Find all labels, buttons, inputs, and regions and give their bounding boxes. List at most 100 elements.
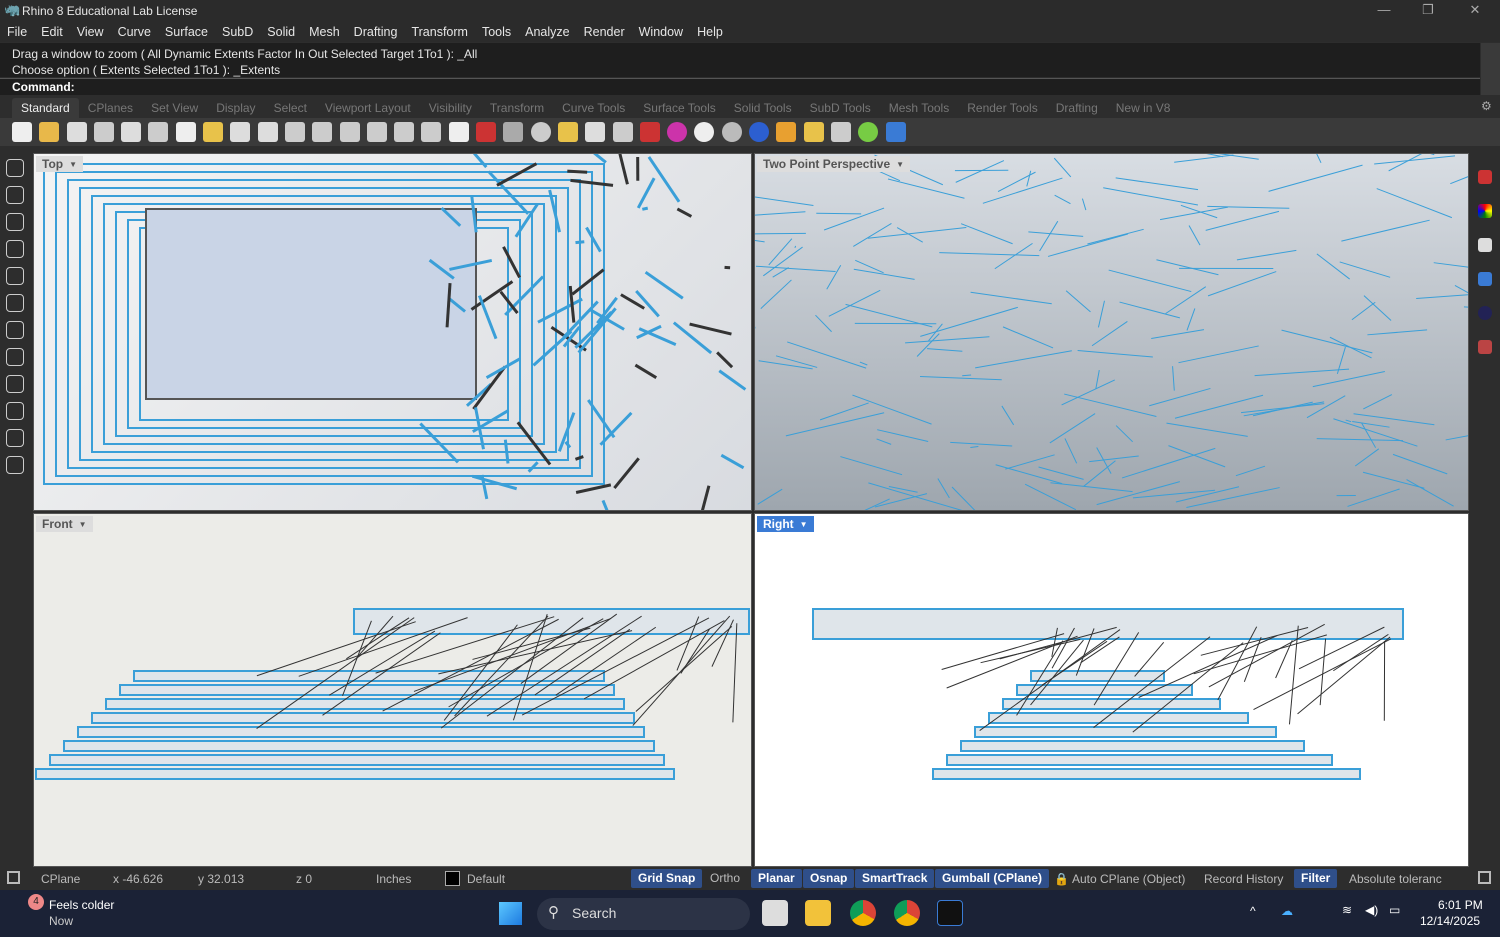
tab-mesh-tools[interactable]: Mesh Tools (880, 98, 958, 118)
point-icon[interactable] (6, 186, 24, 204)
menu-edit[interactable]: Edit (41, 25, 63, 39)
display-icon[interactable] (1478, 340, 1492, 354)
grid-snap-toggle[interactable]: Grid Snap (631, 869, 703, 888)
sun-icon[interactable] (803, 122, 824, 142)
revolve-icon[interactable] (6, 375, 24, 393)
render-icon[interactable] (639, 122, 660, 142)
tab-render-tools[interactable]: Render Tools (958, 98, 1047, 118)
viewport-label-front[interactable]: Front ▼ (36, 516, 93, 532)
render-panel-icon[interactable] (1478, 170, 1492, 184)
menu-tools[interactable]: Tools (482, 25, 511, 39)
zoom-extents-icon[interactable] (366, 122, 387, 142)
four-viewports-icon[interactable] (448, 122, 469, 142)
clock-date[interactable]: 12/14/2025 (1420, 914, 1480, 928)
tab-select[interactable]: Select (265, 98, 316, 118)
help-icon[interactable] (885, 122, 906, 142)
pan-icon[interactable] (257, 122, 278, 142)
maximize-button[interactable]: ❐ (1408, 2, 1448, 18)
rotate-view-icon[interactable] (284, 122, 305, 142)
tab-solid-tools[interactable]: Solid Tools (725, 98, 801, 118)
planar-toggle[interactable]: Planar (751, 869, 802, 888)
environment-icon[interactable] (1478, 306, 1492, 320)
smarttrack-toggle[interactable]: SmartTrack (855, 869, 935, 888)
globe-icon[interactable] (858, 122, 879, 142)
menu-render[interactable]: Render (584, 25, 625, 39)
clock-time[interactable]: 6:01 PM (1438, 898, 1483, 912)
panel-toggle-icon[interactable] (7, 871, 20, 884)
tab-transform[interactable]: Transform (481, 98, 553, 118)
viewport-right[interactable]: Right ▼ (754, 513, 1469, 867)
rectangle-icon[interactable] (6, 348, 24, 366)
layer-color-swatch[interactable] (445, 871, 460, 886)
menu-solid[interactable]: Solid (267, 25, 295, 39)
layers-icon[interactable] (1478, 238, 1492, 252)
import-icon[interactable] (121, 122, 142, 142)
tab-display[interactable]: Display (207, 98, 264, 118)
zoom-icon[interactable] (312, 122, 333, 142)
command-scrollbar[interactable] (1481, 43, 1500, 95)
menu-curve[interactable]: Curve (118, 25, 151, 39)
viewport-label-top[interactable]: Top ▼ (36, 156, 84, 172)
circle-icon[interactable] (6, 267, 24, 285)
record-history-toggle[interactable]: Record History (1204, 872, 1283, 886)
windows-start-icon[interactable] (499, 902, 522, 925)
tab-viewport-layout[interactable]: Viewport Layout (316, 98, 420, 118)
new-icon[interactable] (12, 122, 32, 142)
undo-view-icon[interactable] (421, 122, 442, 142)
arc-icon[interactable] (6, 294, 24, 312)
select-icon[interactable] (6, 159, 24, 177)
file-explorer-icon[interactable] (805, 900, 831, 926)
taskbar-search[interactable]: ⚲ Search (537, 898, 750, 930)
points-icon[interactable] (557, 122, 578, 142)
materials-icon[interactable] (1478, 204, 1492, 218)
tab-surface-tools[interactable]: Surface Tools (634, 98, 725, 118)
sphere-icon[interactable] (694, 122, 715, 142)
viewport-label-right[interactable]: Right ▼ (757, 516, 814, 532)
mesh-sphere-icon[interactable] (721, 122, 742, 142)
car-icon[interactable] (476, 122, 497, 142)
polyline-icon[interactable] (6, 213, 24, 231)
filter-toggle[interactable]: Filter (1294, 869, 1338, 888)
command-input[interactable]: Command: (0, 78, 1480, 95)
cut-icon[interactable] (148, 122, 169, 142)
osnap-toggle[interactable]: Osnap (803, 869, 855, 888)
open-icon[interactable] (39, 122, 60, 142)
volume-icon[interactable]: ◀) (1365, 903, 1378, 917)
viewport-top[interactable]: Top ▼ (33, 153, 752, 511)
onedrive-icon[interactable]: ☁ (1281, 904, 1293, 918)
menu-mesh[interactable]: Mesh (309, 25, 340, 39)
gear-icon[interactable]: ⚙ (1481, 99, 1492, 113)
chrome-icon[interactable] (850, 900, 876, 926)
undo-icon[interactable] (230, 122, 251, 142)
menu-subd[interactable]: SubD (222, 25, 253, 39)
lock-icon[interactable] (612, 122, 633, 142)
auto-cplane-toggle[interactable]: Auto CPlane (Object) (1072, 872, 1185, 886)
chevron-up-icon[interactable]: ^ (1250, 904, 1256, 918)
units[interactable]: Inches (376, 872, 411, 886)
grid-icon[interactable] (503, 122, 524, 142)
tab-subd-tools[interactable]: SubD Tools (801, 98, 880, 118)
color-wheel-icon[interactable] (667, 122, 688, 142)
close-button[interactable]: ✕ (1455, 2, 1495, 18)
tab-set-view[interactable]: Set View (142, 98, 207, 118)
right-panel-toggle-icon[interactable] (1478, 871, 1491, 884)
menu-surface[interactable]: Surface (165, 25, 208, 39)
menu-file[interactable]: File (7, 25, 27, 39)
blue-sphere-icon[interactable] (749, 122, 770, 142)
print-icon[interactable] (93, 122, 114, 142)
wifi-icon[interactable]: ≋ (1342, 903, 1352, 917)
help-panel-icon[interactable] (1478, 272, 1492, 286)
copy-icon[interactable] (175, 122, 196, 142)
cplane-label[interactable]: CPlane (41, 872, 80, 886)
tab-new-in-v8[interactable]: New in V8 (1107, 98, 1180, 118)
gumball-icon[interactable] (6, 429, 24, 447)
minimize-button[interactable]: — (1364, 2, 1404, 17)
current-layer[interactable]: Default (467, 872, 505, 886)
ortho-toggle[interactable]: Ortho (703, 869, 747, 888)
viewport-two-point-perspective[interactable]: Two Point Perspective ▼ (754, 153, 1469, 511)
menu-help[interactable]: Help (697, 25, 723, 39)
zoom-window-icon[interactable] (339, 122, 360, 142)
task-view-icon[interactable] (762, 900, 788, 926)
drape-icon[interactable] (6, 456, 24, 474)
menu-window[interactable]: Window (639, 25, 683, 39)
